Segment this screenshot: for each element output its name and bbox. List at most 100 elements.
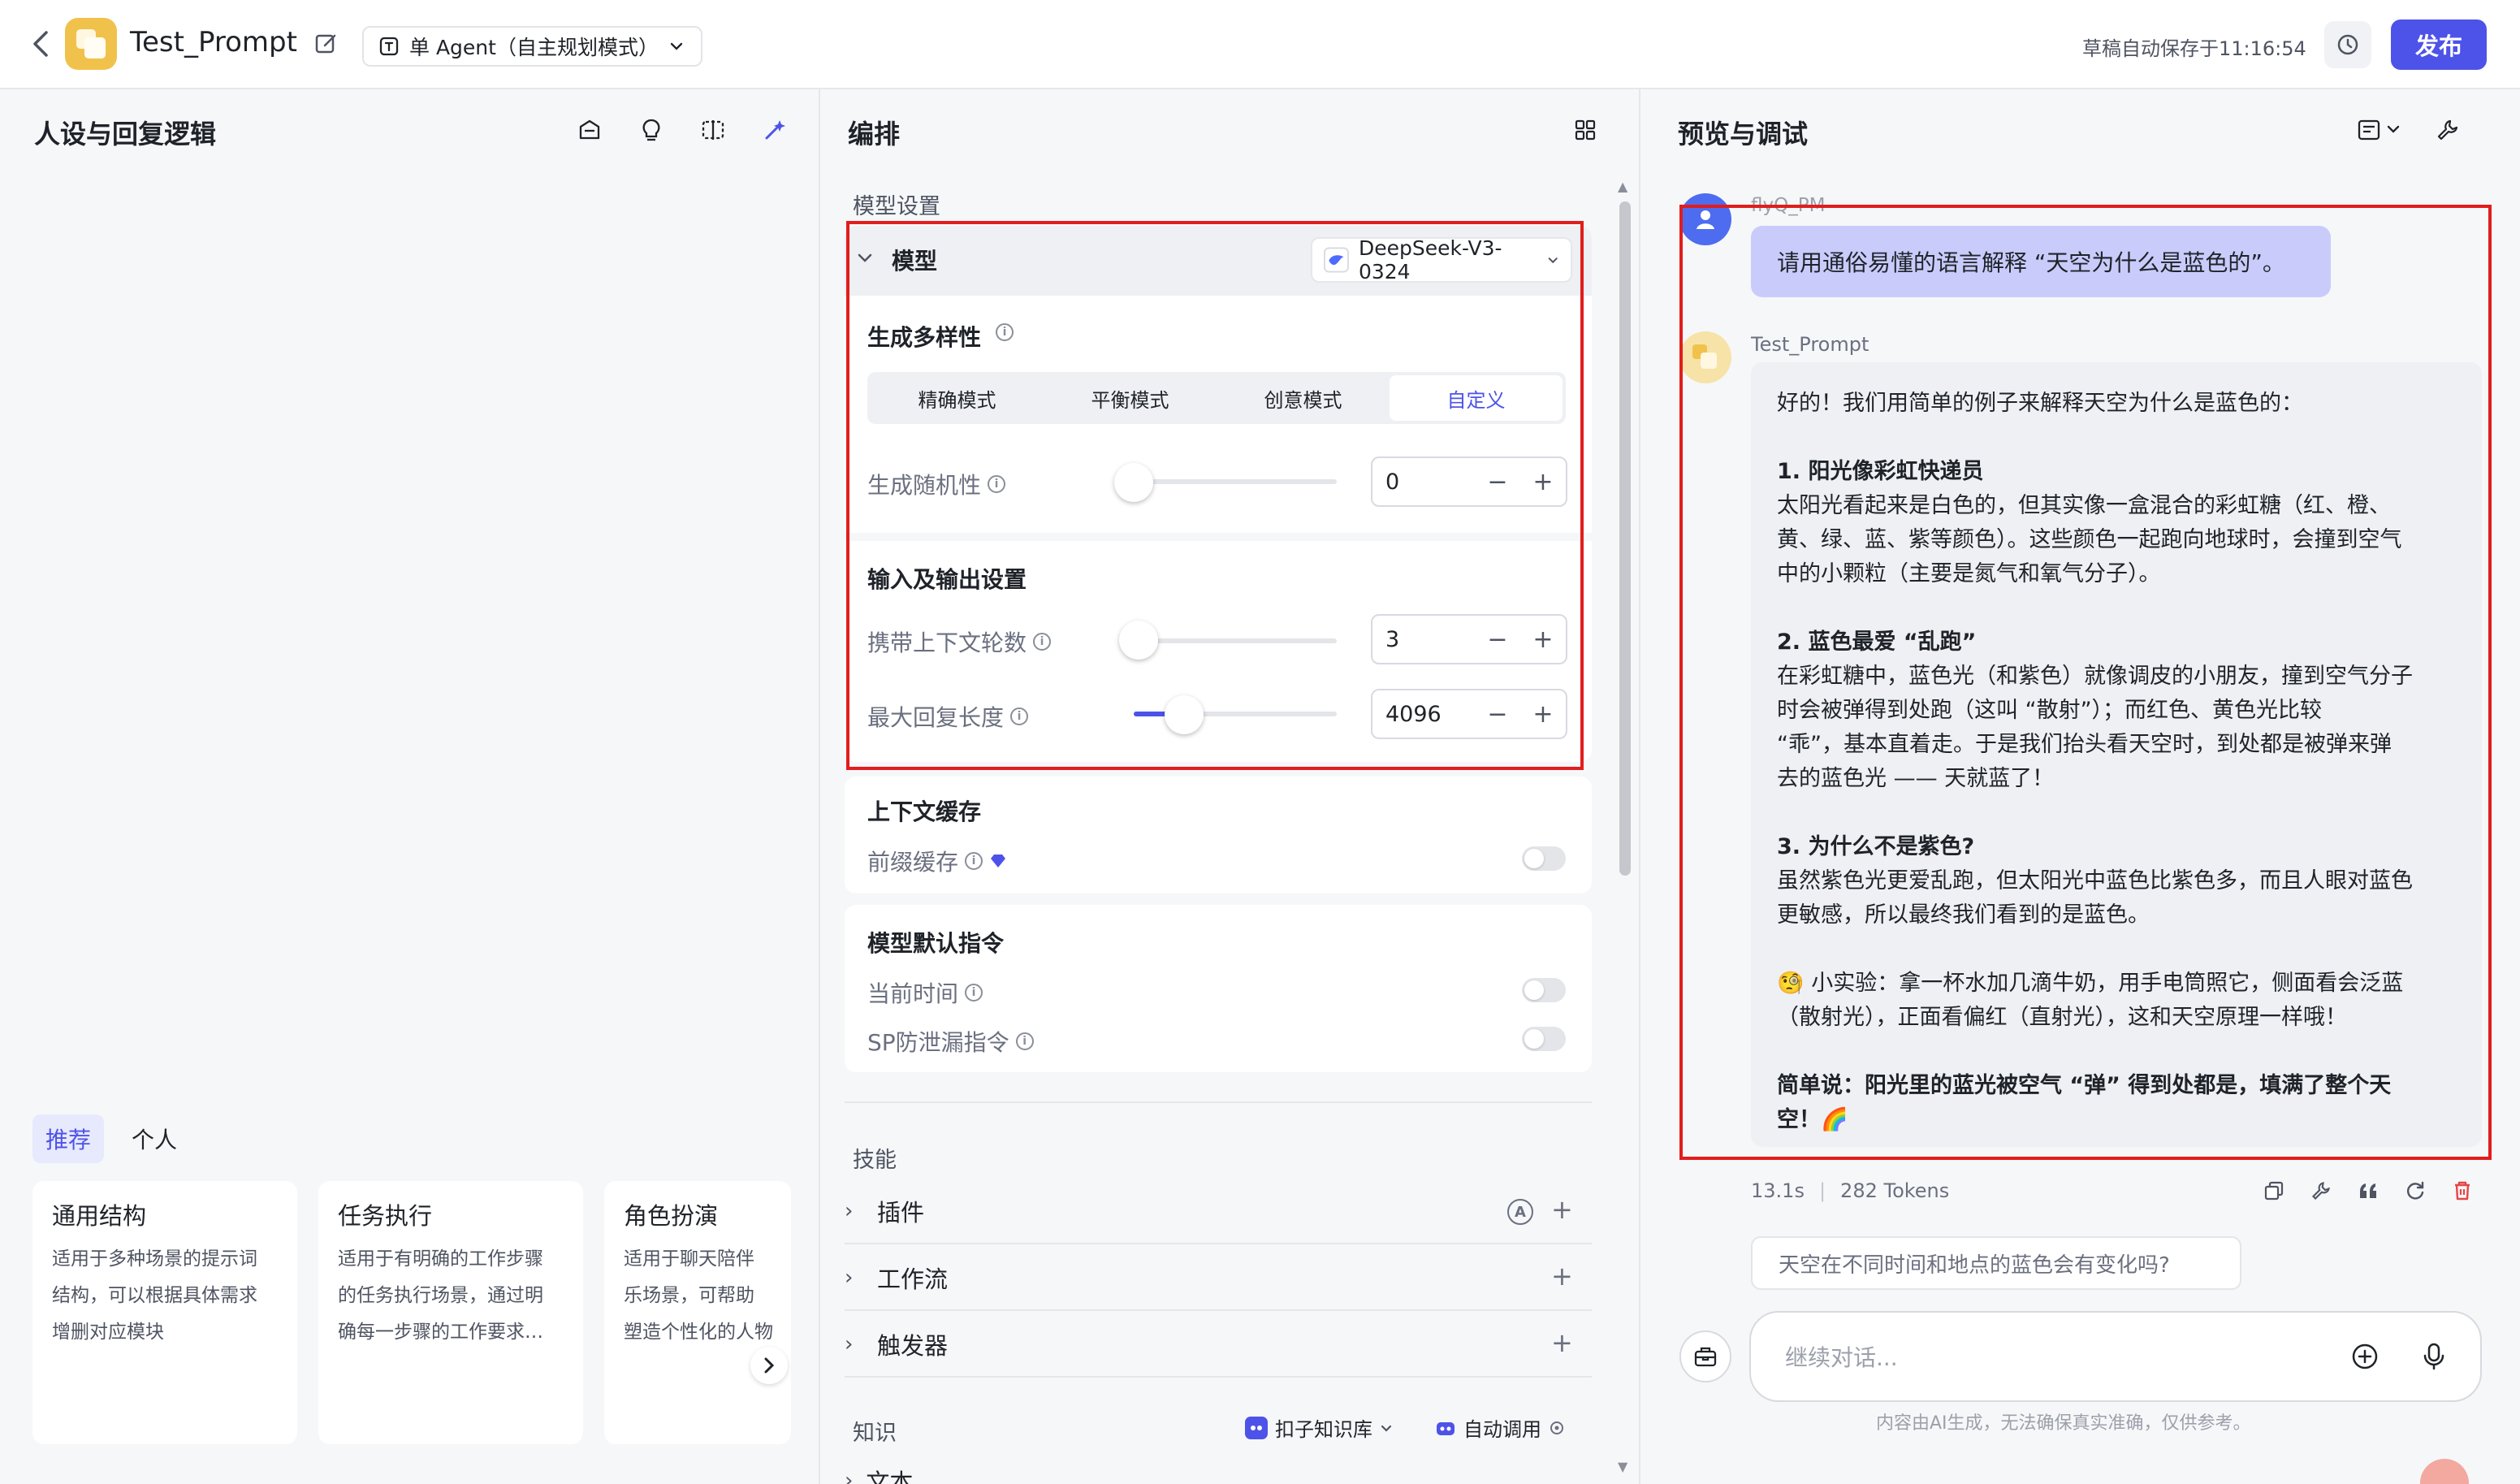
debug-wrench-icon[interactable] — [2306, 1176, 2336, 1205]
add-workflow-button[interactable]: + — [1551, 1261, 1573, 1291]
skills-label: 技能 — [853, 1148, 897, 1173]
chevron-right-icon: › — [845, 1332, 854, 1356]
prefix-cache-label: 前缀缓存 i — [867, 845, 1007, 877]
history-icon[interactable] — [2324, 21, 2371, 68]
chevron-right-icon — [764, 1357, 775, 1374]
template-desc: 塑造个性化的人物 — [624, 1322, 773, 1343]
divider — [845, 1101, 1592, 1103]
microphone-icon[interactable] — [2422, 1342, 2446, 1371]
info-icon[interactable]: i — [965, 984, 983, 1002]
skill-label: 触发器 — [877, 1332, 949, 1360]
app-title: Test_Prompt — [130, 26, 297, 58]
skill-row-triggers[interactable]: › 触发器 — [845, 1313, 1592, 1378]
knowledge-label: 知识 — [853, 1421, 897, 1446]
robot-icon — [1437, 1421, 1455, 1435]
template-card-general[interactable]: 通用结构 适用于多种场景的提示词 结构，可以根据具体需求 增删对应模块 — [32, 1181, 297, 1444]
orchestration-title: 编排 — [848, 119, 901, 149]
skill-row-plugins[interactable]: › 插件 — [845, 1179, 1592, 1244]
template-desc: 适用于聊天陪伴 — [624, 1248, 754, 1270]
sp-leak-toggle[interactable] — [1522, 1027, 1566, 1051]
back-icon[interactable] — [24, 28, 57, 60]
chevron-right-icon: › — [845, 1199, 854, 1223]
copy-icon[interactable] — [2259, 1176, 2289, 1205]
scrollbar-thumb[interactable] — [1619, 201, 1631, 876]
scroll-up-icon[interactable]: ▲ — [1618, 179, 1627, 194]
preview-title: 预览与调试 — [1678, 119, 1809, 149]
chevron-right-icon: › — [845, 1266, 854, 1290]
premium-diamond-icon — [991, 854, 1006, 867]
current-time-label-text: 当前时间 — [867, 980, 959, 1007]
add-attachment-icon[interactable] — [2350, 1342, 2380, 1371]
compare-icon[interactable] — [695, 112, 731, 148]
ai-optimize-icon[interactable] — [757, 112, 793, 148]
add-trigger-button[interactable]: + — [1551, 1327, 1573, 1358]
regenerate-icon[interactable] — [2401, 1176, 2430, 1205]
highlight-box — [1679, 205, 2492, 1160]
skill-label: 工作流 — [877, 1266, 949, 1293]
agent-mode-label: 单 Agent（自主规划模式） — [409, 36, 659, 59]
chevron-right-icon: › — [845, 1469, 854, 1484]
add-plugin-button[interactable]: + — [1551, 1194, 1573, 1225]
skill-label: 插件 — [877, 1199, 925, 1227]
template-desc: 结构，可以根据具体需求 — [52, 1285, 257, 1306]
wrench-icon[interactable] — [2430, 112, 2466, 148]
template-title: 通用结构 — [52, 1202, 147, 1230]
agent-mode-icon — [379, 37, 399, 56]
knowledge-base-label: 扣子知识库 — [1275, 1418, 1372, 1441]
auto-mode-icon[interactable]: A — [1507, 1199, 1533, 1225]
tab-personal[interactable]: 个人 — [119, 1114, 190, 1163]
toolbox-icon[interactable] — [1679, 1330, 1731, 1382]
template-desc: 增删对应模块 — [52, 1322, 164, 1343]
prefix-cache-toggle[interactable] — [1522, 846, 1566, 871]
template-card-roleplay[interactable]: 角色扮演 适用于聊天陪伴 乐场景，可帮助 塑造个性化的人物 — [604, 1181, 791, 1444]
knowledge-base-select[interactable]: 扣子知识库 — [1244, 1413, 1394, 1442]
publish-button[interactable]: 发布 — [2391, 19, 2487, 70]
template-tabs: 推荐 个人 — [32, 1114, 190, 1163]
persona-panel-title: 人设与回复逻辑 — [34, 119, 217, 149]
current-time-label: 当前时间 i — [867, 976, 983, 1009]
template-card-task[interactable]: 任务执行 适用于有明确的工作步骤 的任务执行场景，通过明 确每一步骤的工作要求… — [318, 1181, 583, 1444]
prompt-library-icon[interactable] — [572, 112, 607, 148]
template-desc: 乐场景，可帮助 — [624, 1285, 754, 1306]
response-meta: 13.1s | 282 Tokens — [1751, 1179, 1949, 1202]
edit-icon[interactable] — [313, 31, 339, 57]
highlight-box — [846, 221, 1584, 770]
prefix-cache-label-text: 前缀缓存 — [867, 849, 959, 876]
agent-mode-select[interactable]: 单 Agent（自主规划模式） — [362, 26, 702, 67]
elapsed-time: 13.1s — [1751, 1179, 1805, 1202]
auto-call-select[interactable]: 自动调用 — [1434, 1413, 1566, 1442]
quote-icon[interactable] — [2354, 1176, 2383, 1205]
info-icon[interactable]: i — [965, 852, 983, 870]
skill-row-workflows[interactable]: › 工作流 — [845, 1246, 1592, 1311]
template-desc: 适用于多种场景的提示词 — [52, 1248, 257, 1270]
template-desc: 的任务执行场景，通过明 — [338, 1285, 543, 1306]
tab-recommended[interactable]: 推荐 — [32, 1114, 105, 1163]
templates-next-button[interactable] — [750, 1347, 788, 1384]
message-actions — [2259, 1176, 2477, 1205]
info-icon[interactable]: i — [1015, 1032, 1034, 1050]
chat-input-placeholder[interactable]: 继续对话... — [1785, 1340, 2350, 1373]
sp-leak-label: SP防泄漏指令 i — [867, 1025, 1034, 1058]
chevron-down-icon — [670, 42, 683, 50]
current-time-toggle[interactable] — [1522, 978, 1566, 1002]
scroll-down-icon[interactable]: ▼ — [1618, 1459, 1627, 1474]
layout-grid-icon[interactable] — [1567, 112, 1603, 148]
template-title: 任务执行 — [338, 1202, 433, 1230]
model-settings-label: 模型设置 — [853, 194, 940, 219]
ai-disclaimer: 内容由AI生成，无法确保真实准确，仅供参考。 — [1876, 1413, 2251, 1434]
suggested-question[interactable]: 天空在不同时间和地点的蓝色会有变化吗? — [1751, 1236, 2241, 1290]
lightbulb-icon[interactable] — [633, 112, 669, 148]
meta-separator: | — [1818, 1179, 1826, 1202]
knowledge-text-row[interactable]: › 文本 — [845, 1464, 913, 1484]
sp-leak-label-text: SP防泄漏指令 — [867, 1029, 1009, 1056]
context-cache-title: 上下文缓存 — [867, 798, 982, 825]
debug-menu-icon[interactable] — [2352, 112, 2409, 148]
default-instructions-title: 模型默认指令 — [867, 930, 1005, 957]
draft-status: 草稿自动保存于11:16:54 — [2082, 37, 2306, 60]
gear-icon — [1550, 1421, 1563, 1434]
chat-input[interactable]: 继续对话... — [1749, 1311, 2482, 1402]
template-desc: 确每一步骤的工作要求… — [338, 1322, 543, 1343]
app-logo — [65, 18, 117, 70]
template-title: 角色扮演 — [624, 1202, 719, 1230]
delete-icon[interactable] — [2448, 1176, 2477, 1205]
